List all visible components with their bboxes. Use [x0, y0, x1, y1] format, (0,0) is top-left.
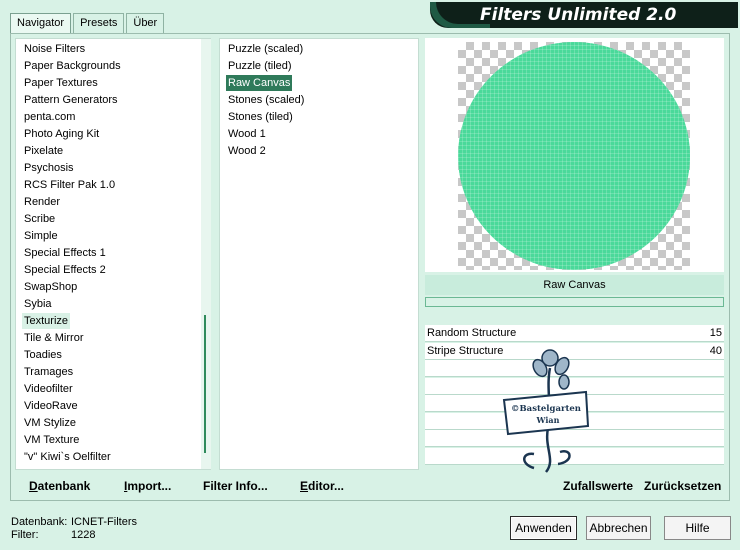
anwenden-button[interactable]: Anwenden	[510, 516, 577, 540]
filter-item[interactable]: Raw Canvas	[226, 75, 293, 91]
tab-navigator[interactable]: Navigator	[10, 13, 72, 34]
category-item[interactable]: Noise Filters	[22, 41, 87, 57]
filter-list[interactable]: Puzzle (scaled) Puzzle (tiled) Raw Canvas S…	[219, 38, 419, 470]
editor-button[interactable]: Editor...	[300, 478, 344, 494]
preview-circle	[458, 42, 690, 270]
param-row[interactable]: Random Structure 15	[425, 325, 724, 342]
hilfe-button[interactable]: Hilfe	[664, 516, 731, 540]
param-value[interactable]: 40	[710, 343, 722, 359]
category-item[interactable]: Photo Aging Kit	[22, 126, 101, 142]
zufallswerte-button[interactable]: Zufallswerte	[563, 478, 633, 494]
transparency-checkerboard	[458, 42, 690, 270]
watermark-line2: Wian	[536, 415, 560, 425]
category-item[interactable]: Paper Backgrounds	[22, 58, 123, 74]
status-filter-label: Filter:	[11, 529, 39, 541]
category-item[interactable]: Special Effects 2	[22, 262, 108, 278]
category-scroll-thumb[interactable]	[204, 315, 206, 453]
param-label: Stripe Structure	[427, 344, 504, 357]
category-item[interactable]: Special Effects 1	[22, 245, 108, 261]
app-title: Filters Unlimited 2.0	[480, 5, 677, 25]
filter-item[interactable]: Puzzle (scaled)	[226, 41, 305, 57]
filter-item[interactable]: Puzzle (tiled)	[226, 58, 294, 74]
category-item[interactable]: penta.com	[22, 109, 77, 125]
param-value[interactable]: 15	[710, 325, 722, 341]
category-item[interactable]: Videofilter	[22, 381, 75, 397]
category-item[interactable]: RCS Filter Pak 1.0	[22, 177, 117, 193]
category-item[interactable]: Sybia	[22, 296, 54, 312]
abbrechen-button[interactable]: Abbrechen	[586, 516, 651, 540]
import-button[interactable]: Import...	[124, 478, 171, 494]
category-item[interactable]: Pattern Generators	[22, 92, 120, 108]
status-datenbank: Datenbank: ICNET-Filters	[11, 516, 137, 528]
category-item[interactable]: Texturize	[22, 313, 71, 329]
tab-uber[interactable]: Über	[126, 13, 165, 33]
category-item[interactable]: Render	[22, 194, 62, 210]
param-label: Random Structure	[427, 327, 517, 339]
category-item[interactable]: VideoRave	[22, 398, 80, 414]
app-title-banner: Filters Unlimited 2.0	[430, 2, 738, 28]
filter-item[interactable]: Wood 2	[226, 143, 268, 159]
datenbank-button[interactable]: Datenbank	[29, 478, 90, 494]
category-item[interactable]: Scribe	[22, 211, 57, 227]
category-item[interactable]: SwapShop	[22, 279, 79, 295]
filter-name-label: Raw Canvas	[425, 275, 724, 295]
category-scrollbar[interactable]	[201, 39, 211, 469]
preview-pane	[425, 38, 724, 272]
status-filter-value: 1228	[71, 529, 96, 541]
filter-item[interactable]: Stones (scaled)	[226, 92, 306, 108]
category-item[interactable]: Tile & Mirror	[22, 330, 85, 346]
category-item[interactable]: "v" Kiwi`s Oelfilter	[22, 449, 113, 465]
category-item[interactable]: Paper Textures	[22, 75, 100, 91]
filter-progress-bar	[425, 297, 724, 307]
category-item[interactable]: Toadies	[22, 347, 64, 363]
category-item[interactable]: Pixelate	[22, 143, 65, 159]
tab-presets[interactable]: Presets	[73, 13, 125, 33]
category-item[interactable]: VM Stylize	[22, 415, 78, 431]
category-item[interactable]: Tramages	[22, 364, 75, 380]
category-item[interactable]: Psychosis	[22, 160, 76, 176]
filter-item[interactable]: Wood 1	[226, 126, 268, 142]
filter-info-button[interactable]: Filter Info...	[203, 478, 268, 494]
status-datenbank-value: ICNET-Filters	[71, 516, 137, 528]
tab-bar: Navigator Presets Über	[10, 13, 166, 34]
zuruecksetzen-button[interactable]: Zurücksetzen	[644, 478, 721, 494]
status-filter: Filter: 1228	[11, 529, 95, 541]
watermark-stamp: ©Bastelgarten Wian	[502, 349, 590, 473]
watermark-line1: ©Bastelgarten	[511, 404, 581, 414]
status-datenbank-label: Datenbank:	[11, 516, 68, 528]
category-item[interactable]: VM Texture	[22, 432, 81, 448]
filter-item[interactable]: Stones (tiled)	[226, 109, 295, 125]
category-item[interactable]: Simple	[22, 228, 60, 244]
category-list[interactable]: Noise Filters Paper Backgrounds Paper Text…	[15, 38, 211, 470]
